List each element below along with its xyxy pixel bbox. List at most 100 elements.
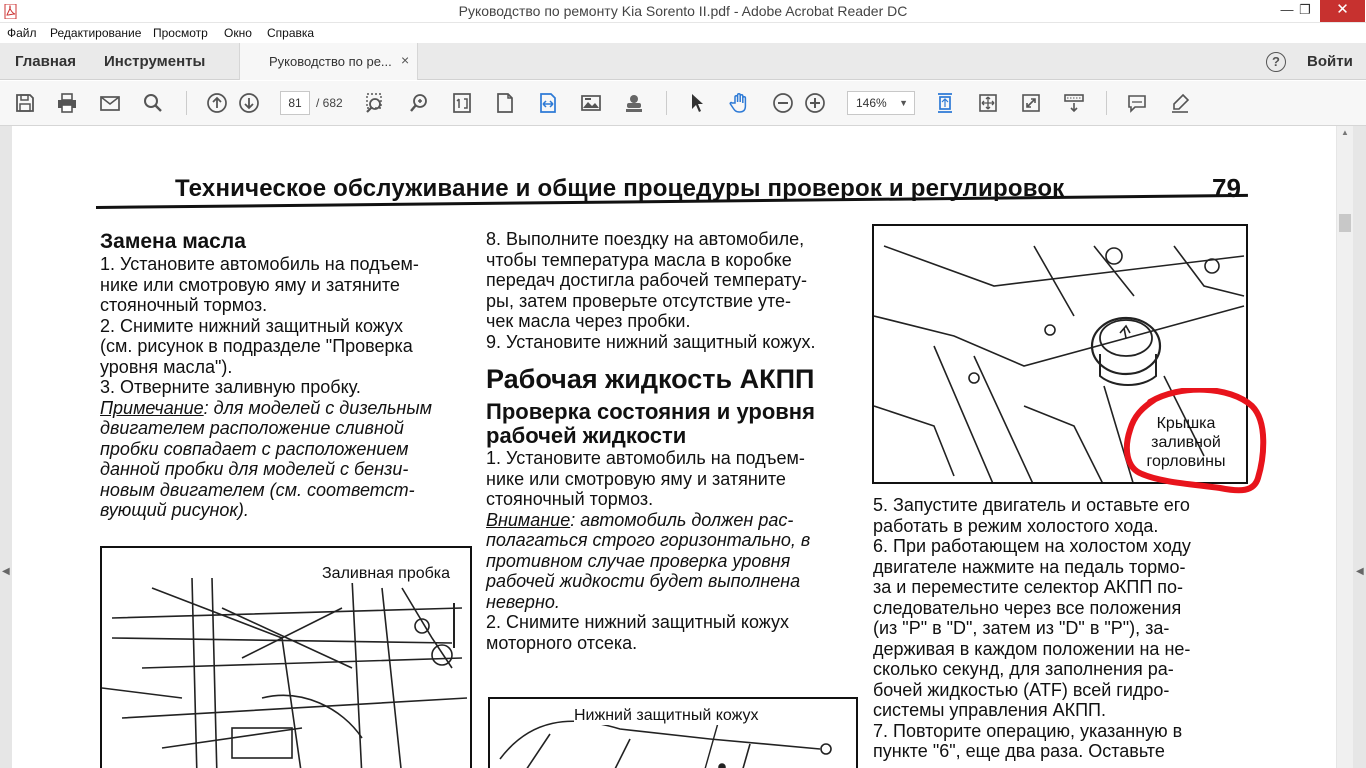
step-text: нике или смотровую яму и затяните <box>100 274 400 295</box>
step-text: системы управления АКПП. <box>873 700 1106 720</box>
step-text: передач достигла рабочей температу- <box>486 270 808 290</box>
step-text: двигателе нажмите на педаль тормо- <box>873 556 1186 577</box>
rotate-fit-icon[interactable] <box>934 92 956 114</box>
toolbar-separator <box>666 91 667 115</box>
window-title-bar: Руководство по ремонту Kia Sorento II.pd… <box>0 0 1366 23</box>
reading-mode-icon[interactable] <box>1063 92 1085 114</box>
scrollbar-thumb[interactable] <box>1339 214 1351 232</box>
step-text: держивая в каждом положении на не- <box>873 638 1191 659</box>
stamp-icon[interactable] <box>623 92 645 114</box>
page-total: / 682 <box>316 96 343 110</box>
fullscreen-icon[interactable] <box>1020 92 1042 114</box>
warning-text: противном случае проверка уровня <box>486 550 791 571</box>
step-text: бочей жидкостью (ATF) всей гидро- <box>873 679 1170 700</box>
page-down-icon[interactable] <box>238 92 260 114</box>
step-text: нике или смотровую яму и затяните <box>486 468 786 489</box>
step-text: чек масла через пробки. <box>486 311 691 331</box>
image-export-icon[interactable] <box>580 92 602 114</box>
toolbar-separator <box>186 91 187 115</box>
step-text: 2. Снимите нижний защитный кожух <box>486 612 790 632</box>
scroll-page-icon[interactable] <box>494 92 516 114</box>
step-text: 3. Отверните заливную пробку. <box>100 377 361 397</box>
help-icon[interactable]: ? <box>1266 52 1286 72</box>
figure-lower-cover: Нижний защитный кожух <box>488 697 858 768</box>
tab-close-icon[interactable]: × <box>401 52 409 68</box>
highlight-icon[interactable] <box>1169 92 1191 114</box>
step-text: (см. рисунок в подразделе "Проверка <box>100 336 413 356</box>
step-text: 1. Установите автомобиль на подъем- <box>100 254 419 274</box>
page-number-input[interactable]: 81 <box>280 91 310 115</box>
toolbar: 81 / 682 146% ▼ <box>0 81 1366 126</box>
section-title: Рабочая жидкость АКПП <box>486 364 815 394</box>
step-text: стояночный тормоз. <box>100 295 268 315</box>
tab-tools[interactable]: Инструменты <box>104 53 205 70</box>
menu-window[interactable]: Окно <box>224 26 252 40</box>
fit-width-icon[interactable] <box>537 92 559 114</box>
subsection-title: рабочей жидкости <box>486 423 687 448</box>
step-text: следовательно через все положения <box>873 597 1182 618</box>
page-number: 79 <box>1212 173 1241 203</box>
menu-file[interactable]: Файл <box>7 26 37 40</box>
fit-page-icon[interactable] <box>977 92 999 114</box>
step-text: 7. Повторите операцию, указанную в <box>873 720 1183 741</box>
step-text: ры, затем проверьте отсутствие уте- <box>486 290 792 311</box>
menu-view[interactable]: Просмотр <box>153 26 208 40</box>
red-annotation-circle <box>1123 388 1267 494</box>
comment-icon[interactable] <box>1126 92 1148 114</box>
zoom-marquee-icon[interactable] <box>408 92 430 114</box>
tab-document-label: Руководство по ре... <box>269 54 392 69</box>
note-text: : для моделей с дизельным <box>203 397 432 418</box>
right-panel-toggle-icon[interactable]: ◀ <box>1356 566 1364 577</box>
left-panel-toggle-icon[interactable]: ◀ <box>2 566 10 577</box>
step-text: за и переместите селектор АКПП по- <box>873 577 1184 597</box>
note-text: двигателем расположение сливной <box>100 418 404 438</box>
zoom-in-icon[interactable] <box>804 92 826 114</box>
vertical-scrollbar[interactable]: ▲ <box>1337 126 1353 768</box>
close-window-button[interactable]: ✕ <box>1320 0 1365 22</box>
menu-help[interactable]: Справка <box>267 26 314 40</box>
step-text: уровня масла"). <box>100 356 233 377</box>
step-text: чтобы температура масла в коробке <box>486 249 792 270</box>
maximize-button[interactable]: ❐ <box>1291 0 1319 22</box>
section-heading: Замена масла <box>100 230 246 253</box>
step-text: 1. Установите автомобиль на подъем- <box>486 448 805 468</box>
print-icon[interactable] <box>56 92 78 114</box>
warning-label: Внимание <box>486 509 571 530</box>
tab-document[interactable]: Руководство по ре... × <box>239 43 418 80</box>
menu-edit[interactable]: Редактирование <box>50 26 141 40</box>
step-text: 9. Установите нижний защитный кожух. <box>486 331 816 352</box>
document-viewport[interactable]: ◀ ◀ ▲ Техническое обслуживание и общие п… <box>0 126 1366 768</box>
toolbar-separator <box>1106 91 1107 115</box>
zoom-level-select[interactable]: 146% ▼ <box>847 91 915 115</box>
warning-text: : автомобиль должен рас- <box>570 509 794 530</box>
right-column: 5. Запустите двигатель и оставьте его ра… <box>873 495 1249 762</box>
figure-drain-plug: Заливная пробка <box>100 546 472 768</box>
page-up-icon[interactable] <box>206 92 228 114</box>
scroll-up-icon[interactable]: ▲ <box>1341 128 1349 137</box>
search-icon[interactable] <box>142 92 164 114</box>
select-zoom-icon[interactable] <box>365 92 387 114</box>
zoom-level-value: 146% <box>856 96 887 110</box>
step-text: 5. Запустите двигатель и оставьте его <box>873 495 1190 515</box>
cursor-icon[interactable] <box>686 92 708 114</box>
step-text: работать в режим холостого хода. <box>873 515 1159 536</box>
step-text: 8. Выполните поездку на автомобиле, <box>486 229 805 249</box>
window-title: Руководство по ремонту Kia Sorento II.pd… <box>458 3 908 19</box>
zoom-out-icon[interactable] <box>772 92 794 114</box>
step-text: моторного отсека. <box>486 632 638 653</box>
note-label: Примечание <box>100 397 204 418</box>
figure-label: Нижний защитный кожух <box>574 707 759 725</box>
email-icon[interactable] <box>99 92 121 114</box>
single-page-icon[interactable] <box>451 92 473 114</box>
sign-in-button[interactable]: Войти <box>1307 53 1353 70</box>
hand-icon[interactable] <box>729 92 751 114</box>
step-text: стояночный тормоз. <box>486 489 654 509</box>
save-icon[interactable] <box>14 92 36 114</box>
middle-column: 8. Выполните поездку на автомобиле, чтоб… <box>486 229 856 653</box>
note-text: вующий рисунок). <box>100 500 249 520</box>
note-text: пробки совпадает с расположением <box>100 438 409 459</box>
step-text: сколько секунд, для заполнения ра- <box>873 659 1174 679</box>
step-text: 2. Снимите нижний защитный кожух <box>100 315 404 336</box>
step-text: пункте "6", еще два раза. Оставьте <box>873 741 1165 761</box>
tab-home[interactable]: Главная <box>15 53 76 70</box>
